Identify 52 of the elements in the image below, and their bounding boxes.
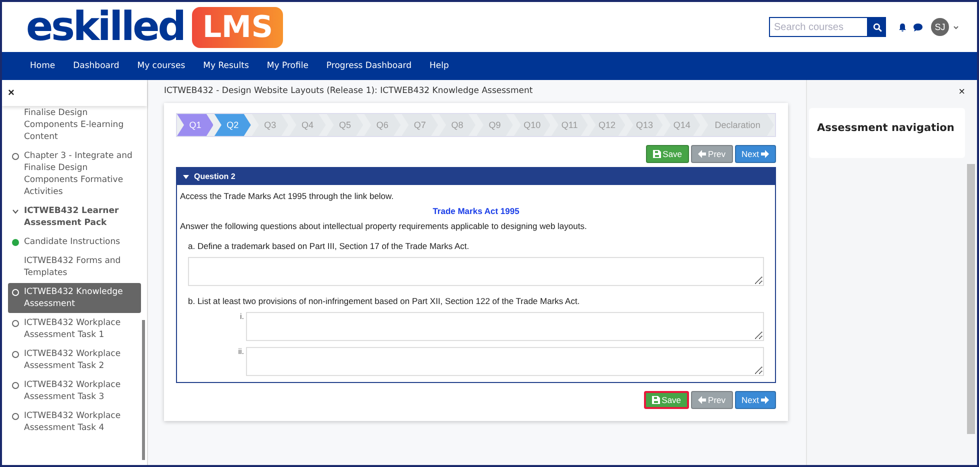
sidebar-item[interactable]: ICTWEB432 Workplace Assessment Task 2 [8, 345, 141, 375]
question-title: Question 2 [194, 172, 236, 181]
sidebar-item[interactable]: ICTWEB432 Knowledge Assessment [8, 283, 141, 313]
nav-link[interactable]: Progress Dashboard [326, 61, 412, 71]
sidebar-section[interactable]: ICTWEB432 Learner Assessment Pack [8, 202, 141, 232]
search-icon [872, 22, 882, 32]
chevron-icon[interactable] [953, 24, 959, 30]
save-button[interactable]: Save [646, 145, 690, 163]
sidebar-item[interactable]: Finalise Design Components E-learning Content [8, 104, 141, 146]
scrollbar[interactable] [967, 164, 975, 434]
assessment-navigation-title: Assessment navigation [809, 108, 965, 158]
save-button[interactable]: Save [644, 391, 690, 409]
question-header[interactable]: Question 2 [177, 168, 775, 185]
question-prompt: a. Define a trademark based on Part III, Section 17 of the Trade Marks Act. [188, 241, 470, 251]
sidebar-item[interactable]: Candidate Instructions [8, 233, 141, 251]
nav-link[interactable]: Home [30, 61, 56, 71]
logo-word: eskilled [26, 4, 184, 50]
next-button[interactable]: Next [734, 145, 776, 163]
save-icon [652, 150, 661, 158]
arrow-left-icon [698, 150, 706, 158]
answer-label: i. [239, 312, 244, 323]
nav-link[interactable]: Help [430, 61, 449, 71]
arrow-right-icon [761, 396, 769, 404]
question-prompt: b. List at least two provisions of non-infringement based on Part XII, Section 122 of the Trade Marks Act. [188, 296, 581, 306]
logo-badge: LMS [192, 6, 284, 48]
close-button[interactable]: × [958, 86, 965, 98]
nav-link[interactable]: My Profile [266, 61, 308, 71]
search-button[interactable] [868, 17, 886, 37]
answer-label: ii. [237, 347, 244, 358]
sidebar-item[interactable]: ICTWEB432 Workplace Assessment Task 4 [8, 407, 141, 437]
intro-text: Access the Trade Marks Act 1995 through the link below. [180, 191, 395, 201]
user-avatar[interactable]: SJ [931, 18, 949, 36]
close-button[interactable]: × [8, 87, 14, 99]
page-title: ICTWEB432 - Design Website Layouts (Release 1): ICTWEB432 Knowledge Assessment [164, 86, 534, 96]
sidebar-item[interactable]: ICTWEB432 Workplace Assessment Task 1 [8, 314, 141, 344]
next-button[interactable]: Next [734, 391, 776, 409]
nav-link[interactable]: Dashboard [73, 61, 120, 71]
instruction-text: Answer the following questions about intellectual property requirements applicable to designing web layouts. [180, 221, 588, 231]
arrow-left-icon [698, 396, 706, 404]
bell-icon[interactable] [898, 22, 907, 32]
sidebar-item[interactable]: ICTWEB432 Forms and Templates [8, 252, 141, 282]
nav-link[interactable]: My courses [137, 61, 186, 71]
act-link[interactable]: Trade Marks Act 1995 [180, 206, 772, 216]
arrow-right-icon [761, 150, 769, 158]
sidebar-item[interactable]: Chapter 3 - Integrate and Finalise Design Components Formative Activities [8, 147, 141, 201]
sidebar-item[interactable]: ICTWEB432 Workplace Assessment Task 3 [8, 376, 141, 406]
nav-link[interactable]: My Results [203, 61, 249, 71]
scrollbar[interactable] [142, 320, 145, 460]
search-field[interactable]: Search courses [769, 17, 868, 37]
caret-icon [183, 174, 189, 178]
chat-icon[interactable] [913, 22, 923, 32]
save-icon [652, 396, 660, 404]
